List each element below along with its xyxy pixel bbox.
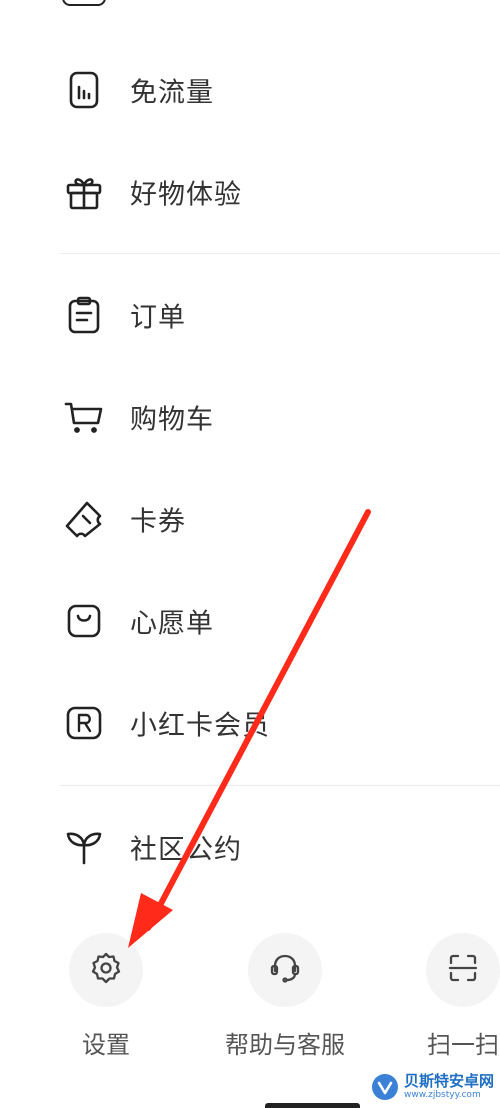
sprout-icon <box>60 823 108 871</box>
watermark-name: 贝斯特安卓网 <box>403 1072 494 1090</box>
menu-item-shopping-cart[interactable]: 购物车 <box>0 377 500 457</box>
help-button-circle[interactable] <box>248 933 322 1007</box>
menu-item-label: 购物车 <box>130 404 214 436</box>
wishlist-bag-icon <box>60 597 108 645</box>
watermark-url: www.zjbstyy.com <box>403 1090 481 1100</box>
menu-item-wishlist[interactable]: 心愿单 <box>0 581 500 661</box>
help-and-support-label: 帮助与客服 <box>225 1031 345 1059</box>
section-divider <box>60 253 500 254</box>
settings-label: 设置 <box>82 1031 130 1059</box>
menu-item-orders[interactable]: 订单 <box>0 275 500 355</box>
menu-item-red-card-membership[interactable]: 小红卡会员 <box>0 683 500 763</box>
headset-icon <box>268 951 302 989</box>
scan-button-circle[interactable] <box>426 933 500 1007</box>
settings-button-circle[interactable] <box>69 933 143 1007</box>
watermark-badge-icon <box>371 1074 398 1100</box>
scan-button[interactable]: 扫一扫 <box>393 933 500 1060</box>
coupon-icon <box>60 495 108 543</box>
menu-item-label: 社区公约 <box>130 834 242 866</box>
home-indicator <box>265 1103 360 1108</box>
cart-icon <box>60 393 108 441</box>
scan-label: 扫一扫 <box>427 1031 499 1059</box>
scan-icon <box>446 951 480 989</box>
watermark-logo: 贝斯特安卓网 www.zjbstyy.com <box>371 1072 494 1100</box>
menu-item-coupons[interactable]: 卡券 <box>0 479 500 559</box>
menu-item-label: 好物体验 <box>130 179 242 211</box>
menu-item-label: 卡券 <box>130 506 186 538</box>
settings-button[interactable]: 设置 <box>36 933 176 1060</box>
partial-menu-icon <box>62 0 106 6</box>
help-and-support-button[interactable]: 帮助与客服 <box>215 933 355 1060</box>
menu-item-label: 心愿单 <box>130 608 214 640</box>
menu-item-label: 订单 <box>130 302 186 334</box>
menu-item-good-things-trial[interactable]: 好物体验 <box>0 152 500 232</box>
gear-icon <box>89 951 123 989</box>
clipboard-icon <box>60 291 108 339</box>
section-divider <box>60 785 500 786</box>
menu-item-free-data[interactable]: 免流量 <box>0 50 500 130</box>
data-card-icon <box>60 66 108 114</box>
menu-item-community-rules[interactable]: 社区公约 <box>0 807 500 887</box>
menu-item-label: 小红卡会员 <box>130 710 270 742</box>
membership-card-icon <box>60 699 108 747</box>
menu-item-label: 免流量 <box>130 77 214 109</box>
gift-icon <box>60 168 108 216</box>
